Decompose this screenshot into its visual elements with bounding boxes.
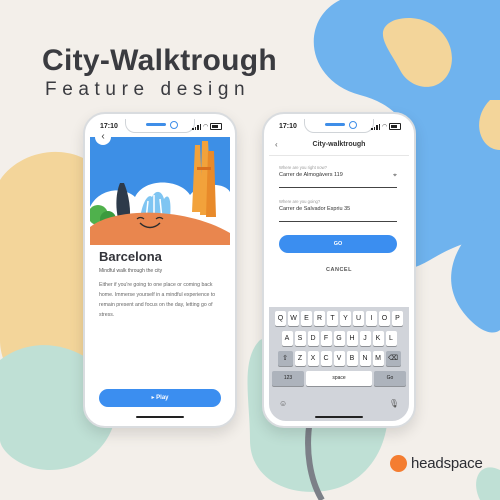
key-l[interactable]: L (385, 331, 397, 346)
key-k[interactable]: K (372, 331, 384, 346)
microphone-icon[interactable]: 🎙 (389, 399, 399, 408)
status-bar: 17:10 ◠ (98, 123, 222, 133)
shift-key[interactable]: ⇧ (277, 351, 293, 366)
key-z[interactable]: Z (294, 351, 306, 366)
brand-logo: headspace (390, 455, 483, 472)
key-n[interactable]: N (359, 351, 371, 366)
nav-bar: ‹ City-walktrough (269, 135, 409, 156)
barcelona-illustration (90, 141, 230, 245)
key-w[interactable]: W (288, 311, 299, 326)
home-indicator (315, 415, 363, 418)
city-description: Either if you're going to one place or c… (99, 282, 216, 318)
locate-icon[interactable]: ⌖ (393, 172, 397, 180)
status-time: 17:10 (279, 123, 297, 130)
key-r[interactable]: R (314, 311, 325, 326)
headline-title: City-Walktrough (42, 44, 278, 77)
city-title: Barcelona (99, 249, 162, 264)
origin-label: Where are you right now? (279, 165, 327, 170)
origin-value: Carrer de Almogàvers 119 (279, 172, 343, 178)
go-button[interactable]: GO (279, 235, 397, 253)
emoji-icon[interactable]: ☺ (279, 399, 287, 408)
play-button[interactable]: ▸ Play (99, 389, 221, 407)
numbers-key[interactable]: 123 (272, 371, 304, 386)
cancel-button[interactable]: CANCEL (269, 267, 409, 273)
key-b[interactable]: B (346, 351, 358, 366)
key-g[interactable]: G (333, 331, 345, 346)
home-indicator (136, 415, 184, 418)
key-y[interactable]: Y (340, 311, 351, 326)
signal-icon (371, 123, 381, 130)
go-key[interactable]: Go (374, 371, 406, 386)
key-t[interactable]: T (327, 311, 338, 326)
space-key[interactable]: space (306, 371, 372, 386)
phone-route: 17:10 ◠ ‹ City-walktrough Where are you … (262, 112, 416, 428)
nav-title: City-walktrough (312, 141, 366, 148)
phone-screen: 17:10 ◠ ‹ City-walktrough Where are you … (269, 119, 409, 421)
origin-field[interactable]: Where are you right now? Carrer de Almog… (279, 165, 397, 188)
battery-icon (210, 123, 222, 130)
key-e[interactable]: E (301, 311, 312, 326)
status-time: 17:10 (100, 123, 118, 130)
key-p[interactable]: P (392, 311, 403, 326)
keyboard-row-2: ASDFGHJKL (269, 331, 409, 346)
brand-name: headspace (411, 455, 483, 472)
battery-icon (389, 123, 401, 130)
hero-illustration (90, 137, 230, 245)
phone-screen: 17:10 ◠ ‹ Barcelona Mindful walk through… (90, 119, 230, 421)
key-u[interactable]: U (353, 311, 364, 326)
headspace-logo-icon (390, 455, 407, 472)
key-m[interactable]: M (372, 351, 384, 366)
city-subtitle: Mindful walk through the city (99, 268, 163, 274)
key-f[interactable]: F (320, 331, 332, 346)
key-j[interactable]: J (359, 331, 371, 346)
wifi-icon: ◠ (203, 124, 208, 130)
key-x[interactable]: X (307, 351, 319, 366)
phone-detail: 17:10 ◠ ‹ Barcelona Mindful walk through… (83, 112, 237, 428)
key-i[interactable]: I (366, 311, 377, 326)
keyboard: QWERTYUIOP ASDFGHJKL ⇧ Z X C V B N M ⌫ 123 spac… (269, 307, 409, 421)
key-q[interactable]: Q (275, 311, 286, 326)
key-v[interactable]: V (333, 351, 345, 366)
destination-field[interactable]: Where are you going? Carrer de Salvador … (279, 199, 397, 222)
key-c[interactable]: C (320, 351, 332, 366)
destination-label: Where are you going? (279, 199, 321, 204)
keyboard-row-4: 123 space Go (269, 371, 409, 386)
wifi-icon: ◠ (382, 124, 387, 130)
headline: City-Walktrough Feature design (42, 44, 277, 102)
key-o[interactable]: O (379, 311, 390, 326)
headline-subtitle: Feature design (45, 79, 251, 100)
key-h[interactable]: H (346, 331, 358, 346)
signal-icon (192, 123, 202, 130)
key-s[interactable]: S (294, 331, 306, 346)
status-bar: 17:10 ◠ (277, 123, 401, 133)
keyboard-row-1: QWERTYUIOP (269, 311, 409, 326)
keyboard-accessory: ☺ 🎙 (275, 399, 403, 413)
key-a[interactable]: A (281, 331, 293, 346)
destination-value: Carrer de Salvador Espriu 35 (279, 206, 351, 212)
key-d[interactable]: D (307, 331, 319, 346)
keyboard-row-3: ⇧ Z X C V B N M ⌫ (269, 351, 409, 366)
backspace-key[interactable]: ⌫ (385, 351, 401, 366)
